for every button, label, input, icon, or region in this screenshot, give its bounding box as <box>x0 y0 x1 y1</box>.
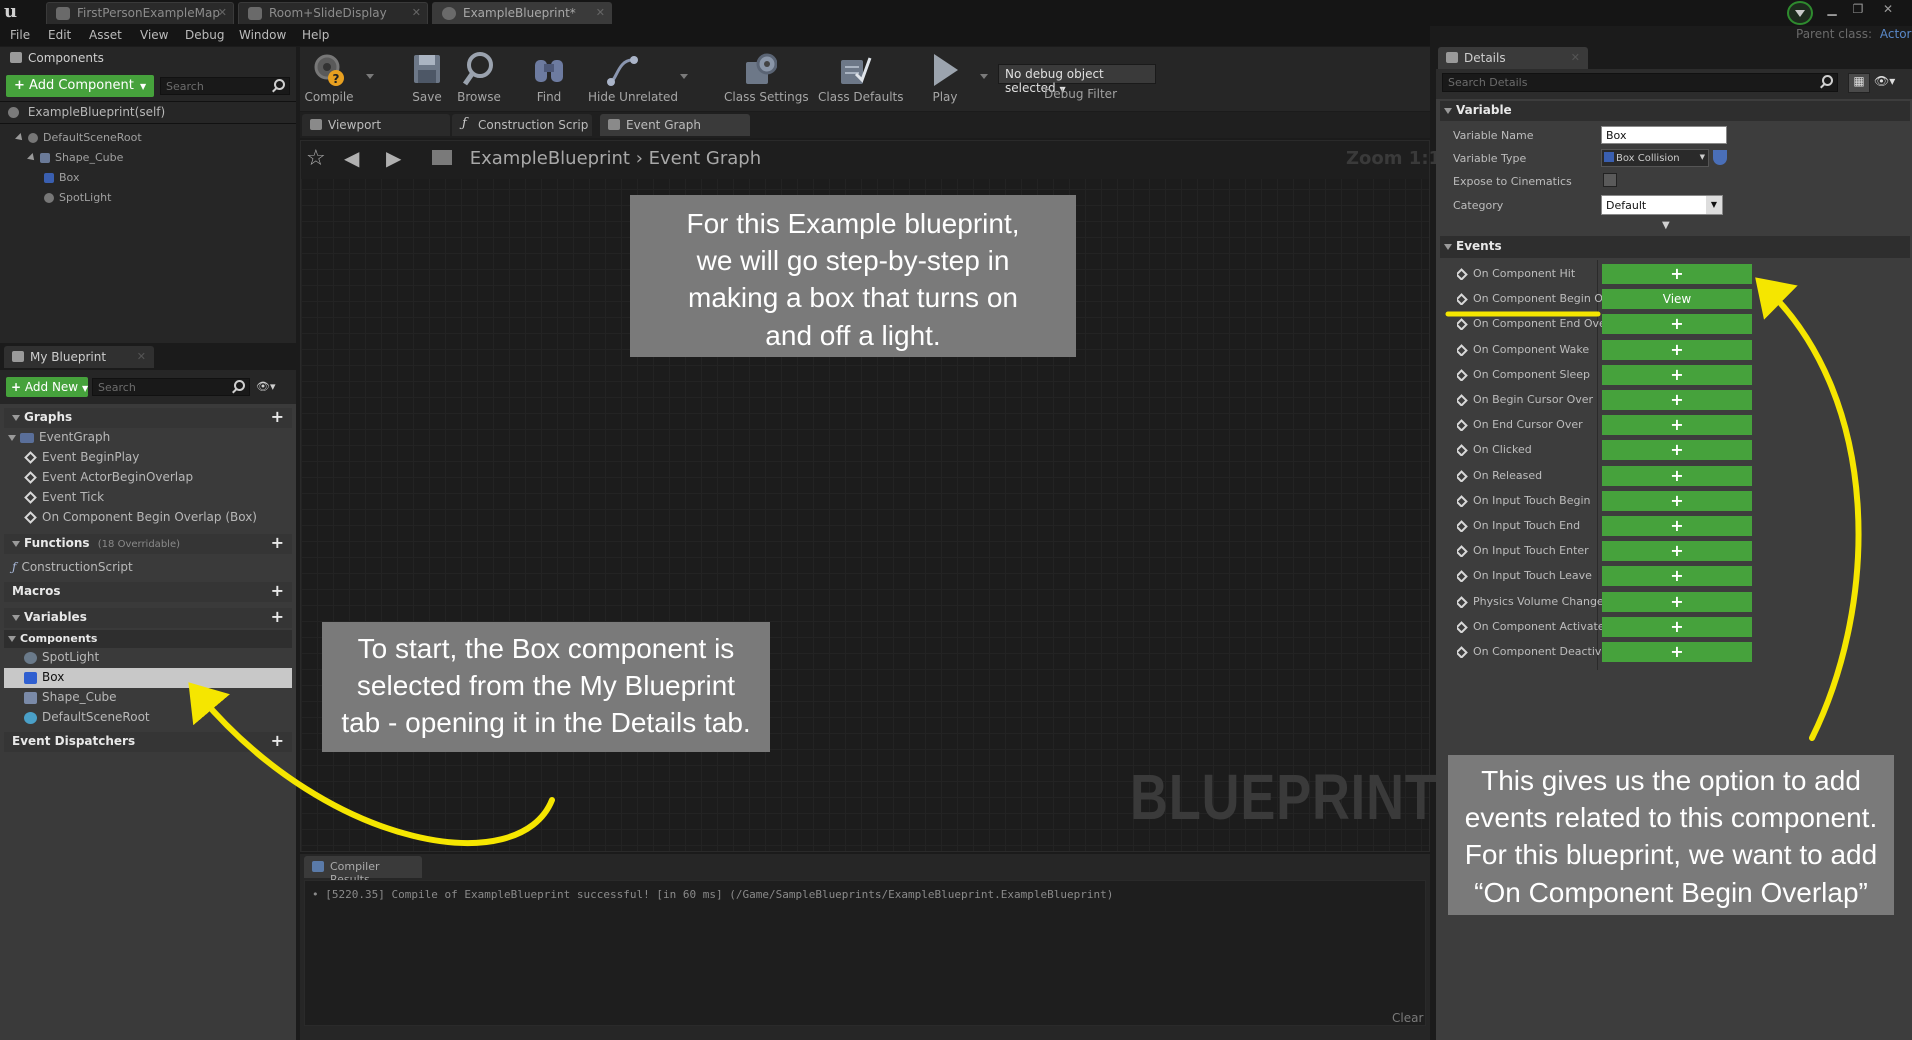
annotation-arrows <box>188 277 1862 846</box>
arrow-to-events <box>1755 277 1862 741</box>
arrow-to-box <box>188 682 555 846</box>
